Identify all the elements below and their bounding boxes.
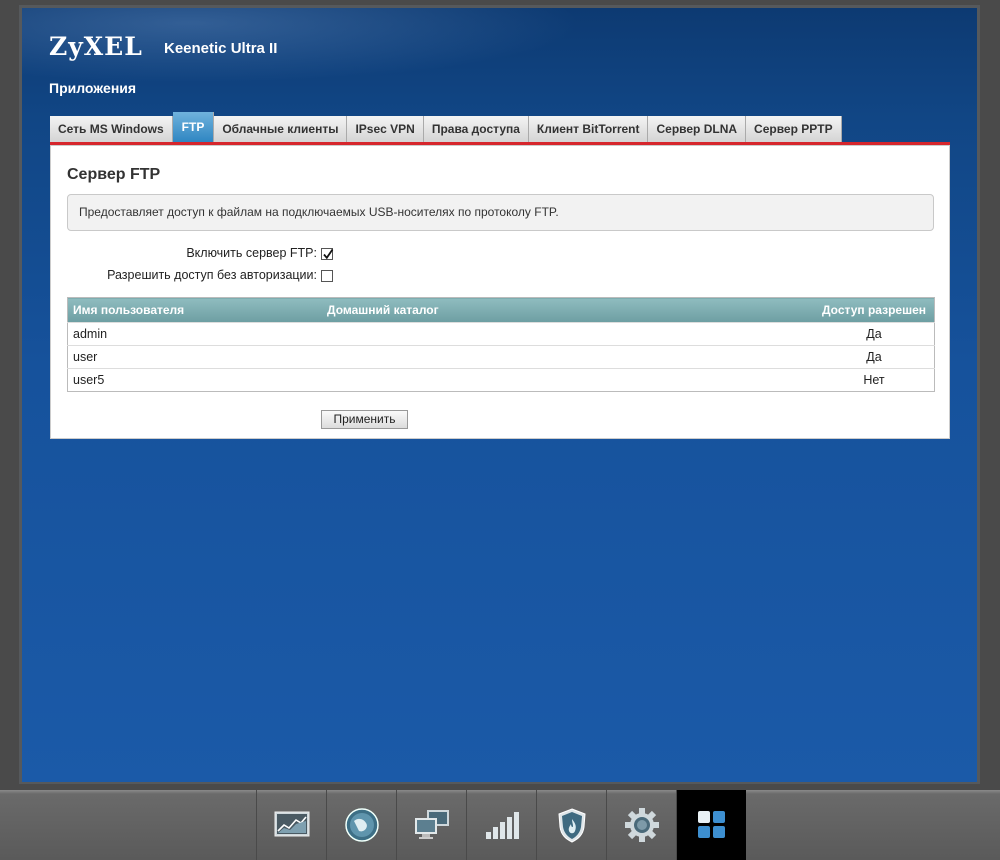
applications-icon: [697, 811, 725, 838]
anon-access-label: Разрешить доступ без авторизации:: [107, 268, 317, 282]
cell-home-dir: [322, 345, 814, 369]
nav-internet[interactable]: [326, 790, 396, 860]
table-row[interactable]: admin Да: [67, 322, 935, 346]
cell-access: Нет: [814, 368, 935, 392]
tab-dlna[interactable]: Сервер DLNA: [648, 116, 747, 142]
cell-username: user: [67, 345, 322, 369]
apply-button[interactable]: Применить: [321, 410, 408, 429]
users-table: Имя пользователя Домашний каталог Доступ…: [67, 297, 935, 392]
cell-access: Да: [814, 345, 935, 369]
home-network-icon: [414, 810, 449, 839]
tab-ipsec-vpn[interactable]: IPsec VPN: [347, 116, 424, 142]
monitor-icon: [274, 811, 309, 837]
nav-wifi[interactable]: [466, 790, 536, 860]
section-title: Приложения: [49, 80, 137, 96]
tab-ftp[interactable]: FTP: [172, 112, 215, 142]
tab-cloud-clients[interactable]: Облачные клиенты: [214, 116, 348, 142]
internet-globe-icon: [344, 808, 379, 842]
table-row[interactable]: user5 Нет: [67, 368, 935, 392]
col-access: Доступ разрешен: [814, 297, 935, 323]
tab-ms-windows[interactable]: Сеть MS Windows: [50, 116, 173, 142]
brand-logo: ZyXEL: [49, 32, 143, 61]
cell-home-dir: [322, 322, 814, 346]
security-shield-icon: [557, 808, 586, 843]
enable-ftp-label: Включить сервер FTP:: [186, 246, 317, 260]
table-row[interactable]: user Да: [67, 345, 935, 369]
tab-pptp[interactable]: Сервер PPTP: [746, 116, 842, 142]
model-name: Keenetic Ultra II: [164, 40, 278, 57]
cell-username: user5: [67, 368, 322, 392]
main-screen: ZyXEL Keenetic Ultra II Приложения Сеть …: [22, 8, 977, 782]
checkmark-icon: [323, 248, 334, 260]
col-home-dir: Домашний каталог: [322, 297, 814, 323]
ftp-panel: Сервер FTP Предоставляет доступ к файлам…: [50, 145, 950, 439]
description-box: Предоставляет доступ к файлам на подключ…: [67, 194, 934, 231]
nav-security[interactable]: [536, 790, 606, 860]
enable-ftp-checkbox[interactable]: [321, 248, 334, 260]
cell-access: Да: [814, 322, 935, 346]
nav-system[interactable]: [606, 790, 676, 860]
nav-home-network[interactable]: [396, 790, 466, 860]
tab-access-rights[interactable]: Права доступа: [423, 116, 529, 142]
cell-username: admin: [67, 322, 322, 346]
col-username: Имя пользователя: [67, 297, 322, 323]
tab-bittorrent[interactable]: Клиент BitTorrent: [528, 116, 649, 142]
cell-home-dir: [322, 368, 814, 392]
system-gear-icon: [624, 808, 659, 842]
wifi-signal-icon: [485, 812, 519, 839]
tab-bar: Сеть MS Windows FTP Облачные клиенты IPs…: [50, 112, 842, 142]
bottom-nav-bar: [0, 790, 1000, 860]
nav-monitor[interactable]: [256, 790, 326, 860]
nav-applications[interactable]: [676, 790, 746, 860]
anon-access-checkbox[interactable]: [321, 270, 333, 282]
panel-title: Сервер FTP: [67, 166, 161, 183]
table-header-row: Имя пользователя Домашний каталог Доступ…: [67, 297, 935, 323]
